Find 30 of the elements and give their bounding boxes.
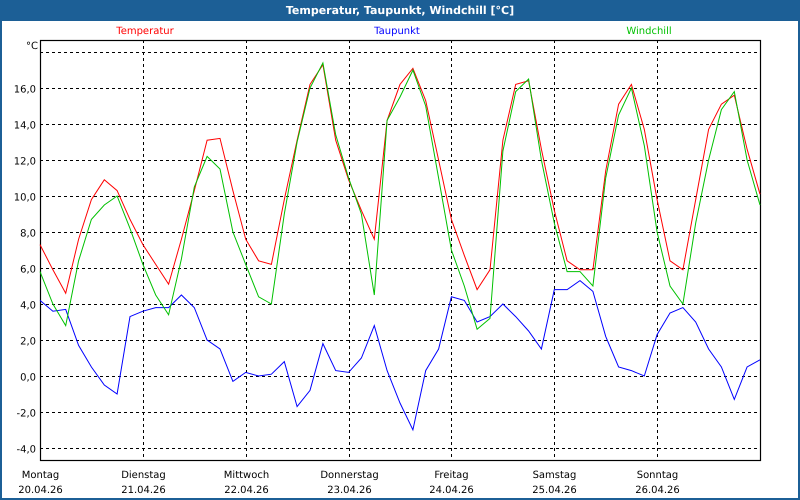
date-label: 24.04.26 xyxy=(429,485,474,496)
y-axis-label: 2,0 xyxy=(20,336,36,348)
legend-label: Temperatur xyxy=(116,26,174,37)
window-title: Temperatur, Taupunkt, Windchill [°C] xyxy=(286,5,514,16)
date-label: 22.04.26 xyxy=(224,485,269,496)
legend-label: Windchill xyxy=(626,26,672,37)
date-label: 25.04.26 xyxy=(532,485,577,496)
y-axis-label: -4,0 xyxy=(16,444,36,456)
y-axis-label: 16,0 xyxy=(14,84,36,96)
date-label: 23.04.26 xyxy=(327,485,372,496)
legend-label: Taupunkt xyxy=(374,26,420,37)
date-label: 20.04.26 xyxy=(18,485,63,496)
day-label: Samstag xyxy=(532,470,576,481)
day-label: Dienstag xyxy=(121,470,166,481)
y-axis-label: 12,0 xyxy=(14,156,36,168)
date-label: 26.04.26 xyxy=(635,485,680,496)
y-axis-label: 14,0 xyxy=(14,120,36,132)
y-axis-label: 6,0 xyxy=(20,264,36,276)
day-label: Donnerstag xyxy=(320,470,379,481)
day-label: Sonntag xyxy=(636,470,678,481)
y-axis-label: 10,0 xyxy=(14,192,36,204)
y-axis-title: °C xyxy=(26,41,38,52)
y-axis-label: 8,0 xyxy=(20,228,36,240)
y-axis-label: 0,0 xyxy=(20,372,36,384)
day-label: Montag xyxy=(22,470,60,481)
y-axis-label: 4,0 xyxy=(20,300,36,312)
day-label: Mittwoch xyxy=(224,470,270,481)
day-label: Freitag xyxy=(434,470,469,481)
date-label: 21.04.26 xyxy=(121,485,166,496)
y-axis-label: -2,0 xyxy=(16,408,36,420)
